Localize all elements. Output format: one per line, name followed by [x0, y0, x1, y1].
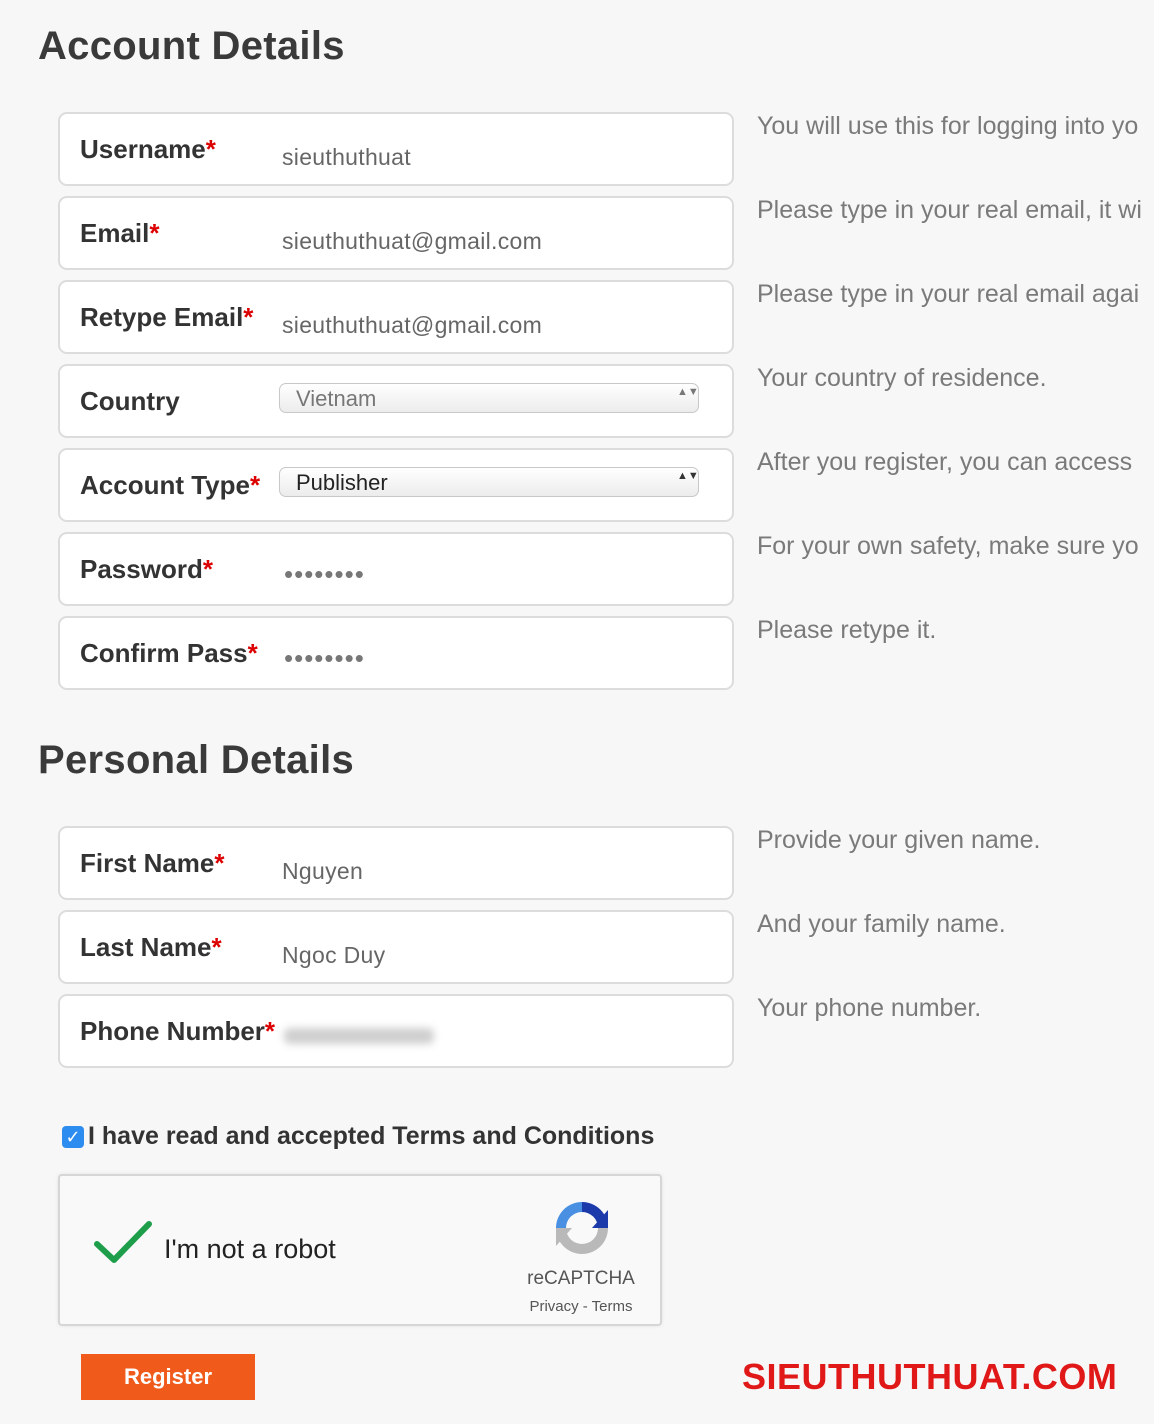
terms-row: ✓ I have read and accepted Terms and Cond…	[62, 1122, 654, 1151]
phone-number-row[interactable]: Phone Number*	[58, 994, 734, 1068]
phone-number-hint: Your phone number.	[757, 994, 982, 1022]
retype-email-row[interactable]: Retype Email* sieuthuthuat@gmail.com	[58, 280, 734, 354]
confirm-password-row[interactable]: Confirm Pass* ••••••••	[58, 616, 734, 690]
recaptcha-widget: I'm not a robot reCAPTCHA Privacy - Term…	[58, 1174, 662, 1326]
select-arrows-icon: ▲▼	[677, 470, 699, 482]
country-selected-value: Vietnam	[296, 386, 377, 411]
confirm-password-label: Confirm Pass*	[80, 638, 258, 669]
retype-email-input[interactable]: sieuthuthuat@gmail.com	[282, 312, 542, 339]
recaptcha-brand: reCAPTCHA	[527, 1268, 635, 1289]
country-label: Country	[80, 386, 180, 417]
last-name-input[interactable]: Ngoc Duy	[282, 942, 385, 969]
required-marker: *	[243, 302, 254, 332]
last-name-hint: And your family name.	[757, 910, 1006, 938]
username-label: Username*	[80, 134, 216, 165]
account-type-selected-value: Publisher	[296, 470, 388, 495]
retype-email-label-text: Retype Email	[80, 302, 244, 332]
email-label: Email*	[80, 218, 160, 249]
retype-email-hint: Please type in your real email agai	[757, 280, 1140, 308]
first-name-row[interactable]: First Name* Nguyen	[58, 826, 734, 900]
account-type-label: Account Type*	[80, 470, 260, 501]
password-input[interactable]: ••••••••	[284, 561, 365, 587]
username-row[interactable]: Username* sieuthuthuat	[58, 112, 734, 186]
required-marker: *	[214, 848, 225, 878]
account-details-title: Account Details	[38, 24, 345, 68]
email-input[interactable]: sieuthuthuat@gmail.com	[282, 228, 542, 255]
account-type-select[interactable]: Publisher ▲▼	[279, 467, 699, 497]
recaptcha-logo-icon	[556, 1202, 608, 1254]
email-label-text: Email	[80, 218, 150, 248]
username-hint: You will use this for logging into yo	[757, 112, 1139, 140]
username-input[interactable]: sieuthuthuat	[282, 144, 411, 171]
phone-number-label: Phone Number*	[80, 1016, 275, 1047]
required-marker: *	[264, 1016, 276, 1046]
first-name-label: First Name*	[80, 848, 225, 879]
email-hint: Please type in your real email, it wi	[757, 196, 1142, 224]
confirm-password-label-text: Confirm Pass	[80, 638, 248, 668]
username-label-text: Username	[80, 134, 206, 164]
first-name-input[interactable]: Nguyen	[282, 858, 363, 885]
password-label-text: Password	[80, 554, 203, 584]
recaptcha-privacy-terms-links[interactable]: Privacy - Terms	[516, 1298, 646, 1315]
country-hint: Your country of residence.	[757, 364, 1047, 392]
not-a-robot-label: I'm not a robot	[164, 1234, 336, 1264]
required-marker: *	[247, 638, 258, 668]
password-hint: For your own safety, make sure yo	[757, 532, 1139, 560]
register-button[interactable]: Register	[81, 1354, 255, 1400]
required-marker: *	[249, 470, 261, 500]
required-marker: *	[149, 218, 160, 248]
retype-email-label: Retype Email*	[80, 302, 253, 333]
first-name-hint: Provide your given name.	[757, 826, 1041, 854]
password-row[interactable]: Password* ••••••••	[58, 532, 734, 606]
phone-number-label-text: Phone Number	[80, 1016, 265, 1046]
account-type-hint: After you register, you can access	[757, 448, 1133, 476]
personal-details-title: Personal Details	[38, 738, 355, 782]
first-name-label-text: First Name	[80, 848, 215, 878]
required-marker: *	[202, 554, 213, 584]
last-name-row[interactable]: Last Name* Ngoc Duy	[58, 910, 734, 984]
site-watermark: SIEUTHUTHUAT.COM	[742, 1356, 1118, 1397]
required-marker: *	[205, 134, 216, 164]
select-arrows-icon: ▲▼	[677, 386, 699, 398]
country-select[interactable]: Vietnam ▲▼	[279, 383, 699, 413]
account-type-row: Account Type* Publisher ▲▼	[58, 448, 734, 522]
password-label: Password*	[80, 554, 213, 585]
country-row: Country Vietnam ▲▼	[58, 364, 734, 438]
confirm-password-hint: Please retype it.	[757, 616, 937, 644]
account-type-label-text: Account Type	[80, 470, 250, 500]
country-label-text: Country	[80, 386, 180, 416]
required-marker: *	[211, 932, 222, 962]
email-row[interactable]: Email* sieuthuthuat@gmail.com	[58, 196, 734, 270]
last-name-label: Last Name*	[80, 932, 222, 963]
confirm-password-input[interactable]: ••••••••	[284, 645, 365, 671]
last-name-label-text: Last Name	[80, 932, 212, 962]
terms-checkbox[interactable]: ✓	[62, 1125, 84, 1148]
checkmark-icon[interactable]	[94, 1220, 152, 1266]
terms-label[interactable]: I have read and accepted Terms and Condi…	[88, 1122, 654, 1150]
phone-number-input-blurred[interactable]	[284, 1028, 434, 1044]
